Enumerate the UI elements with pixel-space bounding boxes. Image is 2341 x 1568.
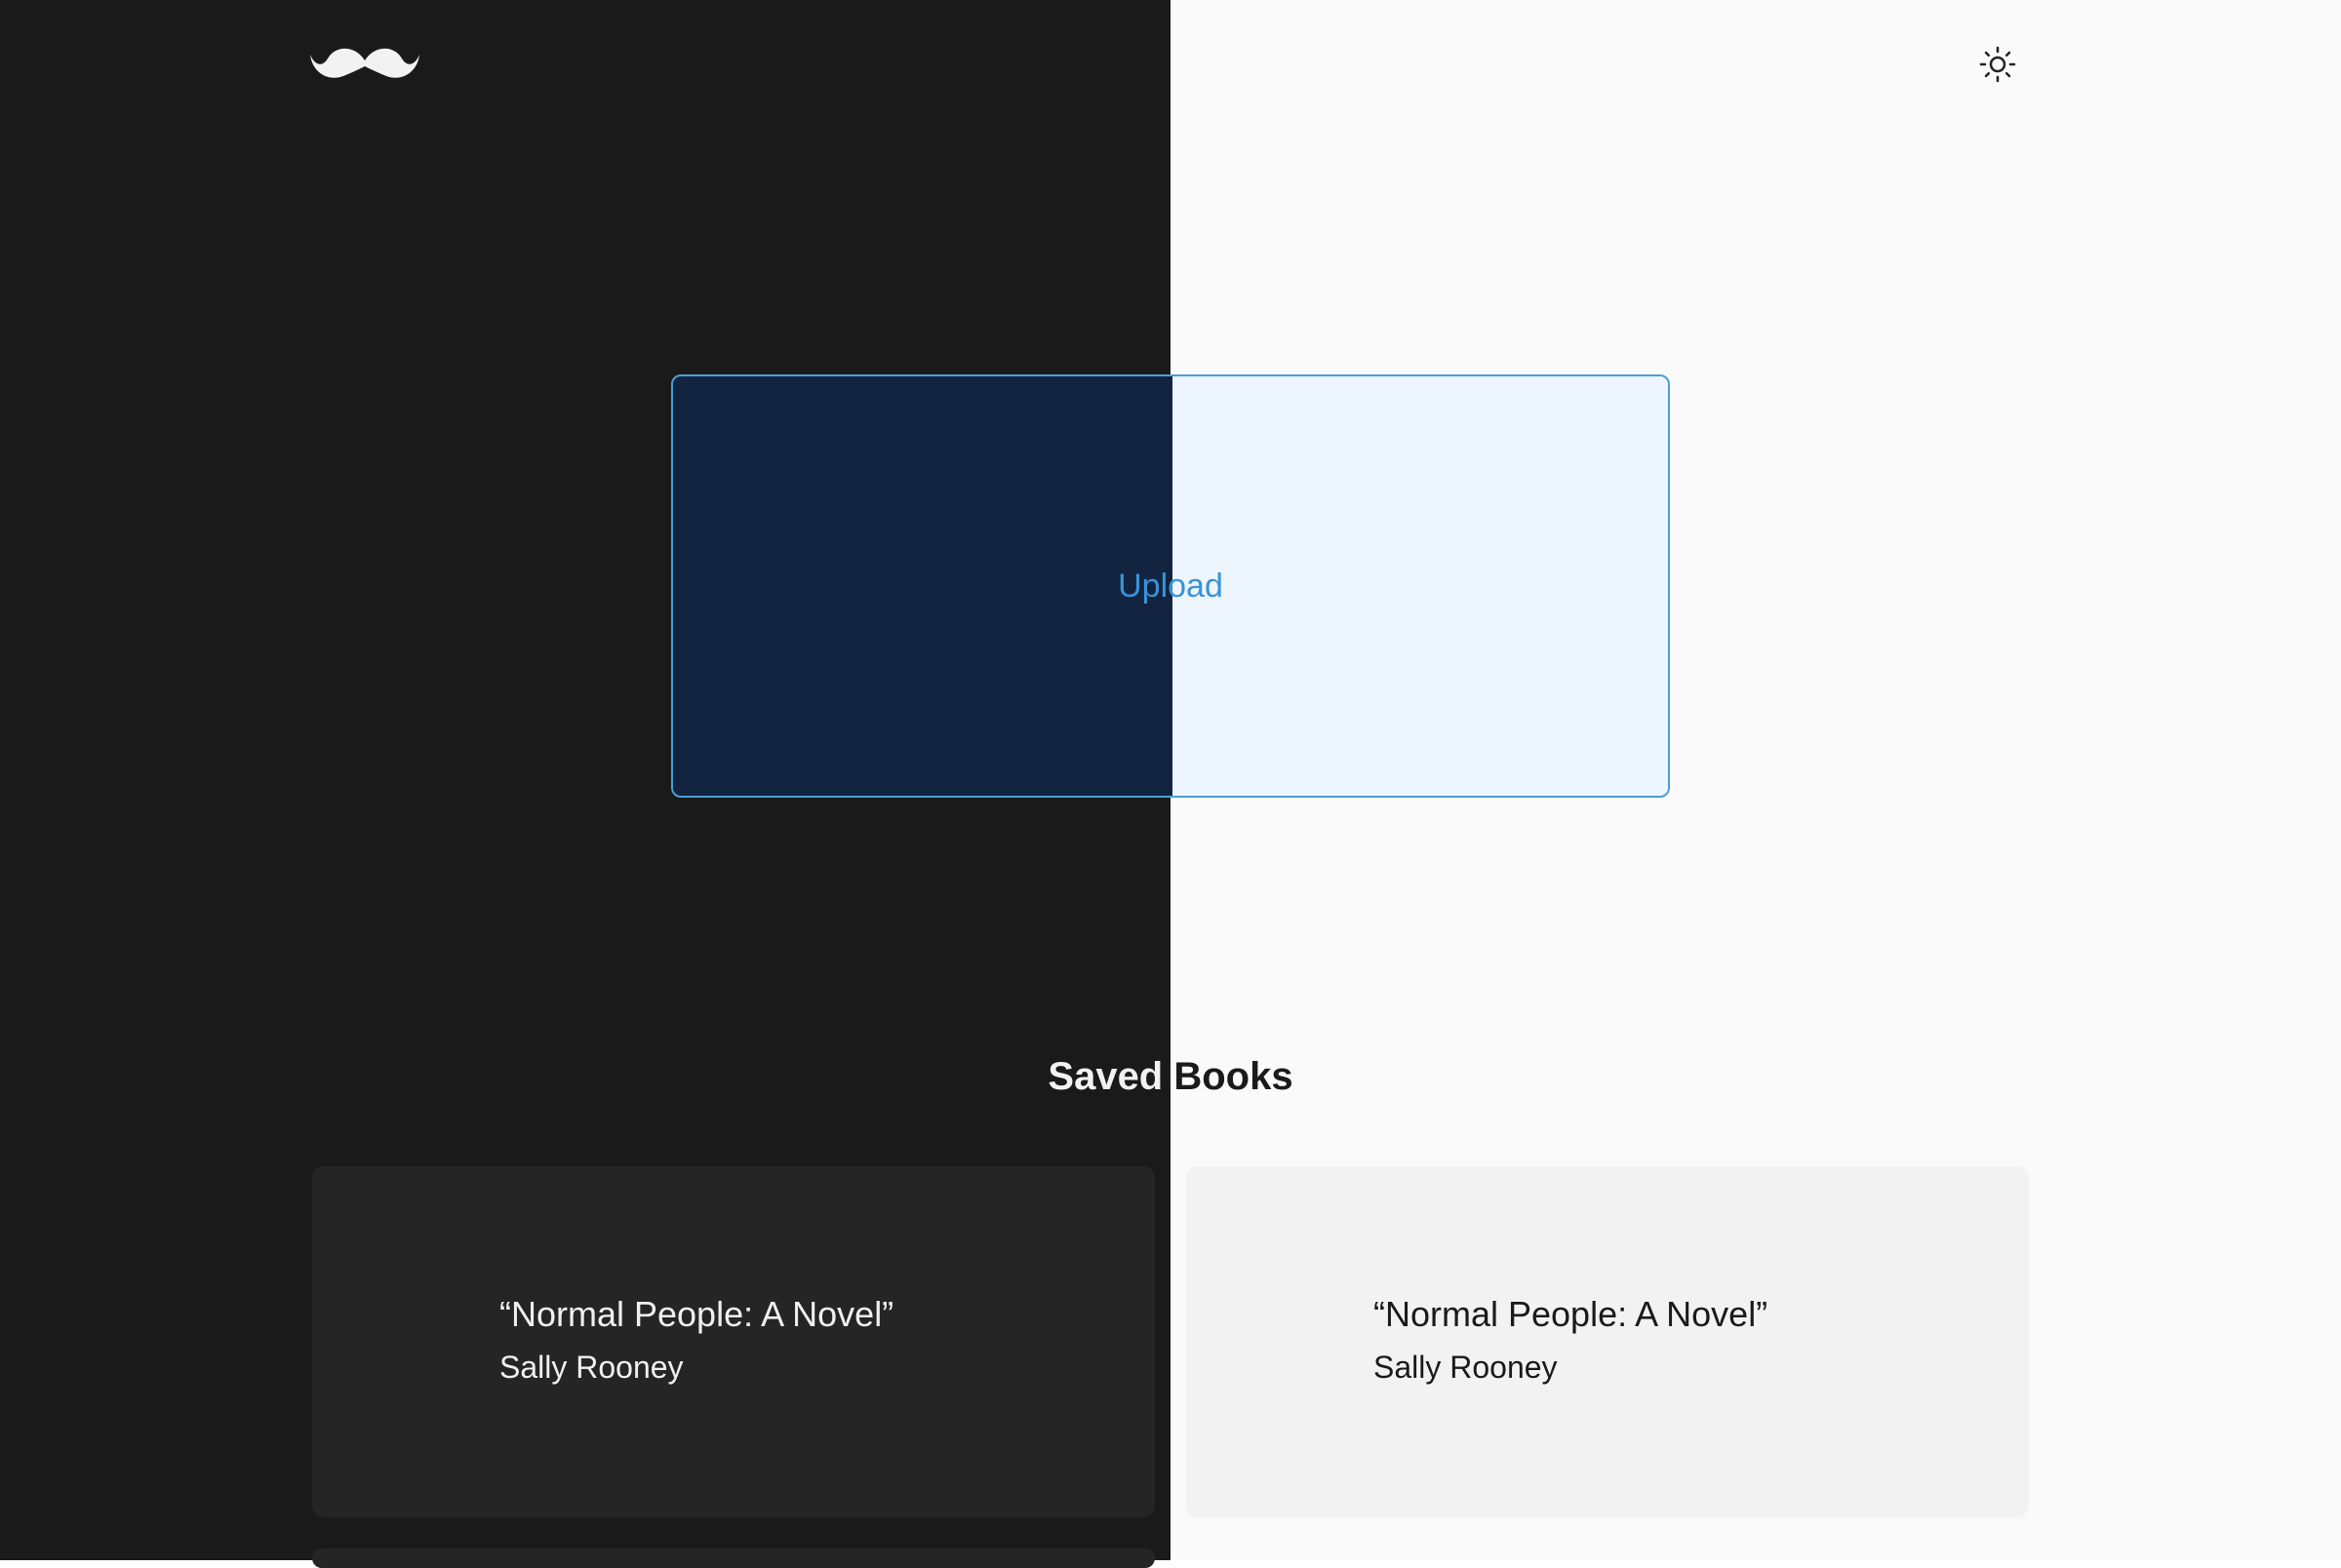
book-title: “Normal People: A Novel” bbox=[1373, 1294, 1768, 1334]
upload-label: Upload bbox=[1118, 567, 1223, 605]
upload-dropzone[interactable]: Upload bbox=[671, 374, 1670, 798]
book-author: Sally Rooney bbox=[1373, 1350, 1558, 1385]
sun-icon[interactable] bbox=[1976, 43, 2019, 86]
book-author: Sally Rooney bbox=[499, 1350, 684, 1385]
mustache-icon[interactable] bbox=[310, 39, 419, 84]
saved-books-heading: Saved Books bbox=[0, 1047, 2341, 1106]
book-card[interactable]: “Normal People: A Novel” Sally Rooney bbox=[312, 1166, 1155, 1517]
book-title: “Normal People: A Novel” bbox=[499, 1294, 894, 1334]
book-card-partial[interactable] bbox=[312, 1548, 1155, 1568]
book-card[interactable]: “Normal People: A Novel” Sally Rooney bbox=[1186, 1166, 2029, 1517]
